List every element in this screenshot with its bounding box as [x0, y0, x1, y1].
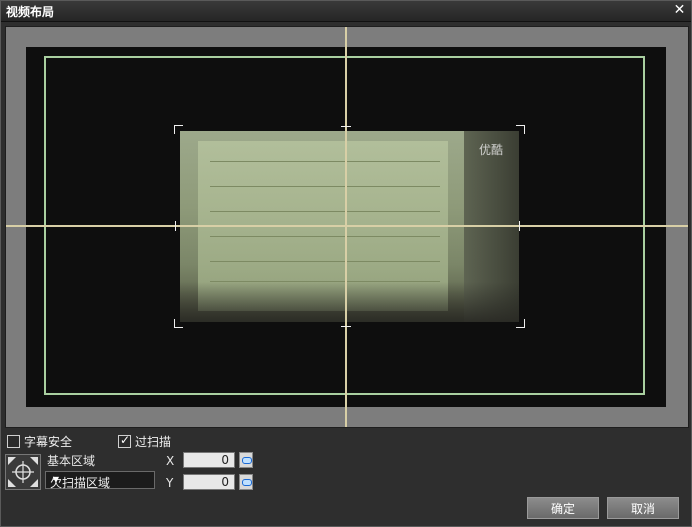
- video-row: [210, 161, 440, 162]
- chevron-down-icon[interactable]: ▼: [50, 473, 62, 487]
- resize-handle-top-left[interactable]: [174, 125, 183, 134]
- resize-handle-bottom-right[interactable]: [516, 319, 525, 328]
- check-icon: ✓: [120, 433, 131, 447]
- base-area-label: 基本区域: [47, 454, 96, 468]
- area-select[interactable]: 欠扫描区域 ▼: [45, 471, 155, 490]
- resize-handle-right[interactable]: [519, 221, 520, 231]
- position-anchor-icon[interactable]: [5, 454, 41, 490]
- subtitle-safe-label: 字幕安全: [24, 435, 73, 449]
- resize-handle-bottom[interactable]: [341, 326, 351, 327]
- video-row: [210, 186, 440, 187]
- resize-handle-top[interactable]: [341, 126, 351, 127]
- video-row: [210, 236, 440, 237]
- video-shade: [180, 282, 519, 322]
- controls-panel: 字幕安全 ✓ 过扫描 基本区域 欠扫描区域 ▼ X 0 Y 0 确定 取消: [1, 429, 691, 526]
- video-layout-dialog: 视频布局 ✕ 优酷 字幕安全 ✓ 过扫描 基本区域 欠扫描区域 ▼ X 0 Y …: [0, 0, 692, 527]
- resize-handle-top-right[interactable]: [516, 125, 525, 134]
- horizontal-guide-line: [6, 225, 688, 227]
- layout-preview-area[interactable]: 优酷: [5, 26, 689, 428]
- overscan-checkbox[interactable]: ✓ 过扫描: [118, 433, 171, 450]
- resize-handle-left[interactable]: [175, 221, 176, 231]
- checkbox-box[interactable]: [7, 435, 20, 448]
- title-bar: 视频布局 ✕: [1, 1, 691, 22]
- overscan-label: 过扫描: [135, 435, 172, 449]
- y-input[interactable]: 0: [183, 474, 235, 490]
- cancel-button[interactable]: 取消: [607, 497, 679, 519]
- resize-handle-bottom-left[interactable]: [174, 319, 183, 328]
- video-row: [210, 211, 440, 212]
- x-spin-icon[interactable]: [239, 452, 253, 468]
- y-spin-icon[interactable]: [239, 474, 253, 490]
- x-input[interactable]: 0: [183, 452, 235, 468]
- subtitle-safe-checkbox[interactable]: 字幕安全: [7, 433, 72, 450]
- close-icon[interactable]: ✕: [672, 3, 687, 18]
- x-label: X: [166, 454, 175, 468]
- y-label: Y: [166, 476, 174, 490]
- dialog-title: 视频布局: [6, 5, 55, 19]
- video-watermark: 优酷: [478, 143, 503, 157]
- ok-button[interactable]: 确定: [527, 497, 599, 519]
- vertical-guide-line: [345, 27, 347, 427]
- video-row: [210, 261, 440, 262]
- checkbox-box[interactable]: ✓: [118, 433, 131, 448]
